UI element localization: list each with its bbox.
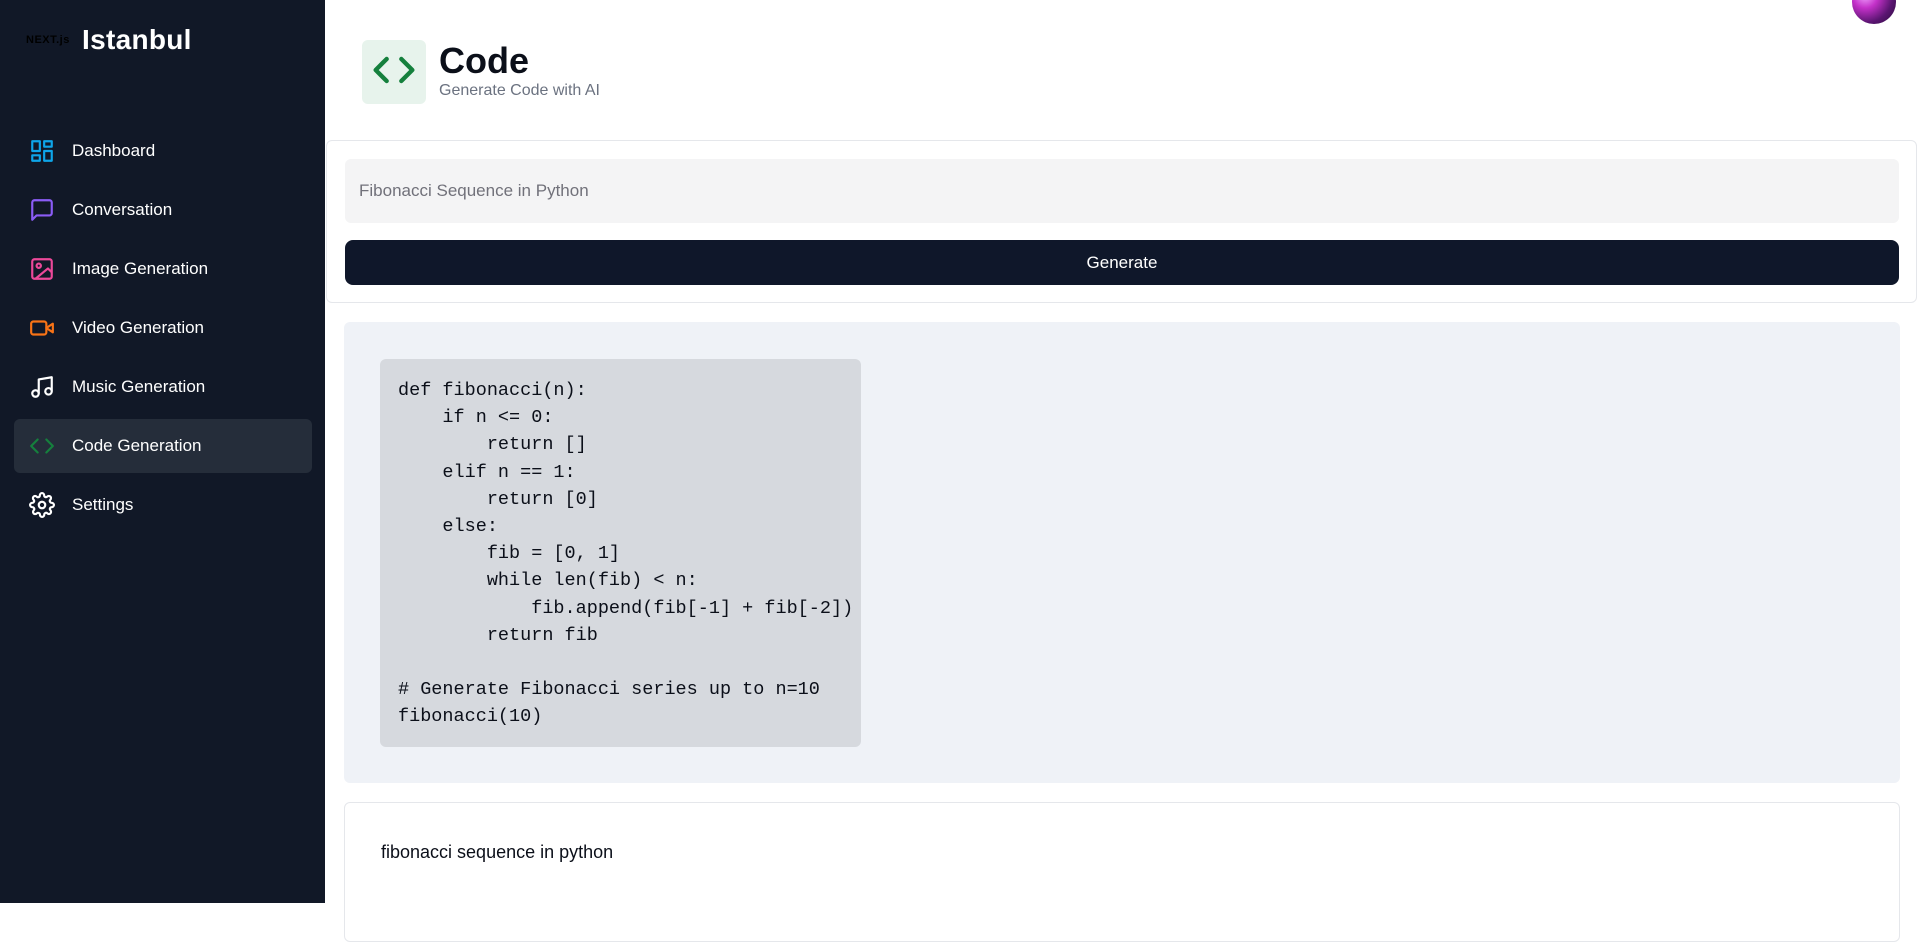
- sidebar-item-video-generation[interactable]: Video Generation: [14, 301, 312, 355]
- sidebar-item-label: Video Generation: [72, 318, 205, 337]
- sidebar-item-label: Music Generation: [72, 377, 206, 396]
- sidebar-item-code-generation[interactable]: Code Generation: [14, 419, 312, 473]
- settings-icon: [28, 491, 56, 519]
- code-block: def fibonacci(n): if n <= 0: return [] e…: [380, 359, 861, 747]
- sidebar-item-dashboard[interactable]: Dashboard: [14, 124, 312, 178]
- sidebar-item-music-generation[interactable]: Music Generation: [14, 360, 312, 414]
- music-icon: [28, 373, 56, 401]
- page-subtitle: Generate Code with AI: [439, 82, 600, 99]
- sidebar-item-label: Code Generation: [72, 436, 202, 455]
- nextjs-logo-icon: NEXT.js: [26, 34, 70, 46]
- sidebar-item-label: Settings: [72, 495, 134, 514]
- prompt-input[interactable]: [345, 159, 1899, 223]
- sidebar-item-image-generation[interactable]: Image Generation: [14, 242, 312, 296]
- code-icon: [28, 432, 56, 460]
- sidebar-item-settings[interactable]: Settings: [14, 478, 312, 532]
- video-icon: [28, 314, 56, 342]
- sidebar-item-label: Image Generation: [72, 259, 209, 278]
- sidebar: NEXT.js Istanbul Dashboard Conversation …: [0, 0, 325, 903]
- sidebar-item-conversation[interactable]: Conversation: [14, 183, 312, 237]
- image-icon: [28, 255, 56, 283]
- page-header-icon-box: [362, 40, 426, 104]
- message-square-icon: [28, 196, 56, 224]
- code-icon: [372, 48, 416, 97]
- user-avatar[interactable]: [1852, 0, 1896, 24]
- brand[interactable]: NEXT.js Istanbul: [26, 24, 192, 56]
- dashboard-icon: [28, 137, 56, 165]
- page-title: Code: [439, 40, 529, 81]
- sidebar-item-label: Conversation: [72, 200, 173, 219]
- brand-name: Istanbul: [82, 24, 192, 55]
- user-message: [344, 802, 1900, 942]
- sidebar-item-label: Dashboard: [72, 141, 156, 160]
- generate-button[interactable]: Generate: [345, 240, 1899, 285]
- sidebar-nav: Dashboard Conversation Image Generation …: [14, 124, 312, 537]
- user-message-text: fibonacci sequence in python: [381, 842, 614, 862]
